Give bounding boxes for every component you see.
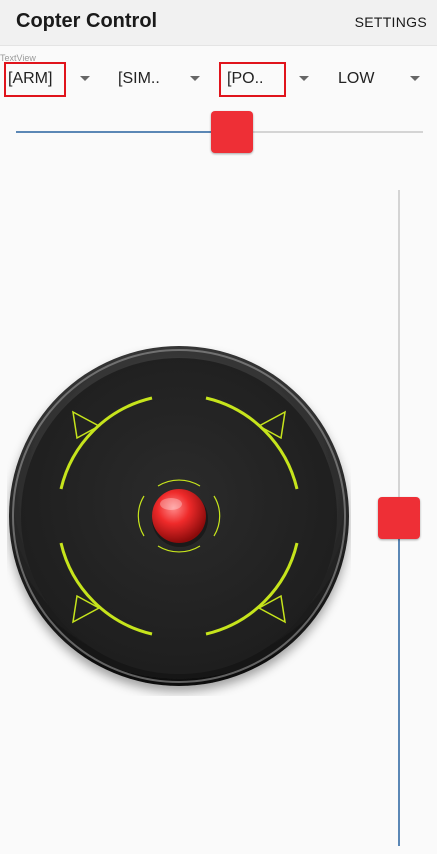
speed-spinner-value: LOW	[338, 70, 375, 87]
vertical-slider-empty-track	[398, 190, 400, 518]
highlight-box-position	[219, 62, 286, 97]
throttle-slider-filled-track	[16, 131, 232, 133]
joystick-knob[interactable]	[152, 489, 206, 543]
throttle-slider-thumb[interactable]	[210, 111, 253, 153]
mode-spinner[interactable]: [SIM..	[114, 62, 214, 96]
app-bar: Copter Control SETTINGS	[0, 0, 437, 46]
speed-spinner[interactable]: LOW	[334, 62, 434, 96]
joystick-knob-shine	[160, 498, 182, 510]
dropdown-arrow-icon	[410, 76, 420, 81]
settings-button[interactable]: SETTINGS	[355, 14, 427, 30]
throttle-slider-empty-track	[231, 131, 423, 133]
highlight-box-arm	[4, 62, 66, 97]
mode-spinner-value: [SIM..	[118, 70, 160, 87]
dropdown-arrow-icon	[190, 76, 200, 81]
vertical-slider-filled-track	[398, 518, 400, 846]
dropdown-arrow-icon	[80, 76, 90, 81]
app-title: Copter Control	[16, 10, 158, 32]
dropdown-arrow-icon	[299, 76, 309, 81]
joystick[interactable]	[7, 346, 351, 696]
vertical-slider-thumb[interactable]	[378, 497, 420, 539]
app-root: Copter Control SETTINGS TextView [ARM] […	[0, 0, 437, 854]
